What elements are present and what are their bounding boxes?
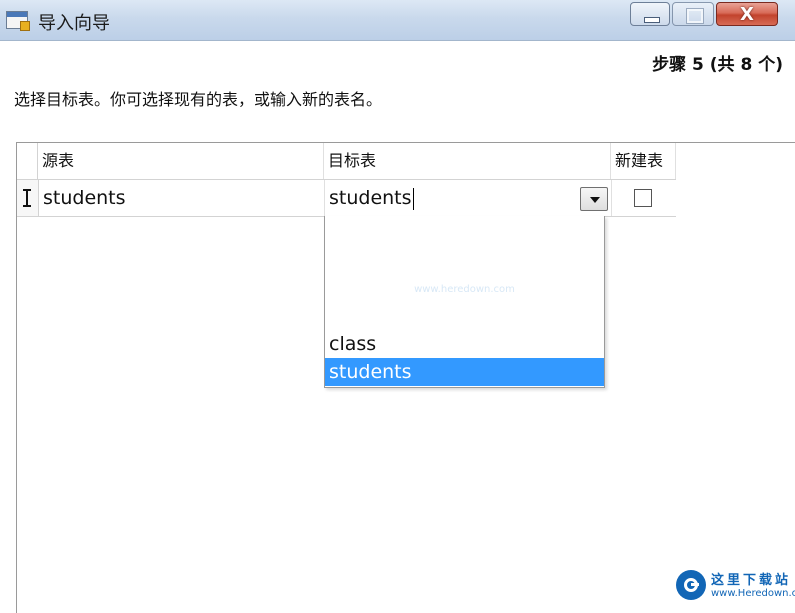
new-table-checkbox[interactable] xyxy=(634,189,652,207)
window-title: 导入向导 xyxy=(38,13,110,34)
site-logo-icon xyxy=(676,570,706,600)
site-watermark-title: 这里下载站 xyxy=(711,573,792,588)
dropdown-arrow-button[interactable] xyxy=(580,187,608,211)
dropdown-option-students[interactable]: students xyxy=(325,358,604,386)
instruction-text: 选择目标表。你可选择现有的表，或输入新的表名。 xyxy=(14,90,383,109)
close-button[interactable]: X xyxy=(716,2,778,26)
maximize-button[interactable] xyxy=(672,2,714,26)
grid-header-row: 源表 目标表 新建表 xyxy=(17,143,676,180)
table-row[interactable]: students students xyxy=(17,180,676,217)
column-header-target[interactable]: 目标表 xyxy=(324,143,611,179)
row-header[interactable] xyxy=(17,180,39,216)
dropdown-watermark: www.heredown.com xyxy=(414,284,515,295)
site-watermark-url: www.Heredown.com xyxy=(711,588,795,599)
close-icon: X xyxy=(740,4,754,25)
maximize-icon xyxy=(686,8,704,24)
grid-corner xyxy=(17,143,38,179)
target-table-input[interactable]: students xyxy=(329,180,414,216)
dropdown-option-class[interactable]: class xyxy=(325,330,604,358)
new-table-cell[interactable] xyxy=(611,180,677,216)
target-table-dropdown-list[interactable]: www.heredown.com class students xyxy=(324,216,605,388)
text-caret xyxy=(412,187,414,210)
minimize-icon xyxy=(644,17,660,23)
text-cursor-icon xyxy=(23,189,31,207)
title-bar[interactable]: 导入向导 X xyxy=(0,0,795,41)
target-table-value: students xyxy=(329,187,412,209)
source-table-cell[interactable]: students xyxy=(43,180,126,216)
site-watermark-badge: 这里下载站 www.Heredown.com xyxy=(673,566,795,603)
column-header-source[interactable]: 源表 xyxy=(38,143,324,179)
minimize-button[interactable] xyxy=(630,2,670,26)
step-indicator: 步骤 5 (共 8 个) xyxy=(652,55,783,75)
column-header-new-table[interactable]: 新建表 xyxy=(611,143,676,179)
target-table-combobox[interactable]: students xyxy=(324,180,612,216)
app-icon xyxy=(6,11,30,31)
